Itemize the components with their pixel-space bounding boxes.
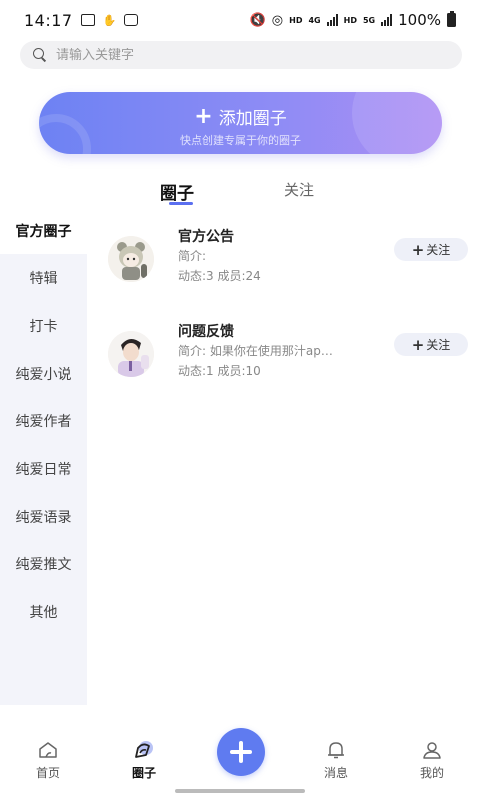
sidebar-item-checkin[interactable]: 打卡 xyxy=(0,302,87,349)
bottom-nav: 首页 圈子 消息 我的 xyxy=(0,720,480,800)
hd-badge-1: HD xyxy=(289,15,303,25)
sidebar-item-novels[interactable]: 纯爱小说 xyxy=(0,350,87,397)
banner-subtitle: 快点创建专属于你的圈子 xyxy=(180,134,301,147)
plus-icon: + xyxy=(411,240,425,259)
circle-stats: 动态:1 成员:10 xyxy=(178,364,261,378)
circle-intro: 简介: 如果你在使用那汁ap… xyxy=(178,344,333,358)
banner-title: 添加圈子 xyxy=(218,109,287,129)
circle-avatar xyxy=(108,236,154,282)
nav-messages-label: 消息 xyxy=(323,766,348,780)
search-bar[interactable] xyxy=(20,41,462,69)
app-icon xyxy=(124,14,139,26)
user-icon xyxy=(423,742,441,759)
hotspot-icon: ◎ xyxy=(271,12,284,28)
mute-icon: 🔇 xyxy=(249,12,266,28)
home-icon xyxy=(39,742,57,758)
circle-title: 问题反馈 xyxy=(178,324,234,340)
follow-label: 关注 xyxy=(426,243,451,257)
bell-icon xyxy=(328,742,344,759)
plus-icon xyxy=(230,741,252,763)
network-badge-1: 4G xyxy=(308,15,321,25)
circle-stats: 动态:3 成员:24 xyxy=(178,269,261,283)
sidebar-item-official[interactable]: 官方圈子 xyxy=(0,207,87,254)
search-icon xyxy=(32,47,48,63)
battery-icon xyxy=(447,11,456,27)
nav-circle[interactable]: 圈子 xyxy=(114,740,174,781)
plus-icon: + xyxy=(194,103,213,129)
battery-percent: 100% xyxy=(398,11,441,29)
status-bar: 14:17 ✋ 🔇 ◎ HD 4G HD 5G 100% xyxy=(0,0,480,40)
circle-icon xyxy=(135,741,153,758)
circle-card[interactable]: 官方公告 简介: 动态:3 成员:24 + 关注 xyxy=(96,226,476,310)
status-time: 14:17 xyxy=(24,10,73,30)
nav-mine-label: 我的 xyxy=(419,766,444,780)
signal-icon-1 xyxy=(326,14,338,26)
nav-home[interactable]: 首页 xyxy=(18,740,78,781)
follow-button[interactable]: + 关注 xyxy=(394,238,468,261)
signal-icon-2 xyxy=(381,14,393,26)
tab-following[interactable]: 关注 xyxy=(284,179,314,200)
tab-circles[interactable]: 圈子 xyxy=(160,179,194,204)
nav-circle-label: 圈子 xyxy=(131,766,156,780)
circle-title: 官方公告 xyxy=(178,229,234,245)
search-input[interactable] xyxy=(56,47,436,63)
sidebar-item-daily[interactable]: 纯爱日常 xyxy=(0,445,87,492)
plus-icon: + xyxy=(411,335,425,354)
nav-messages[interactable]: 消息 xyxy=(306,740,366,781)
circle-avatar xyxy=(108,331,154,377)
tab-indicator xyxy=(169,202,193,205)
nav-mine[interactable]: 我的 xyxy=(402,740,462,781)
follow-button[interactable]: + 关注 xyxy=(394,333,468,356)
circle-card[interactable]: 问题反馈 简介: 如果你在使用那汁ap… 动态:1 成员:10 + 关注 xyxy=(96,321,476,405)
sidebar-item-special[interactable]: 特辑 xyxy=(0,254,87,301)
home-indicator[interactable] xyxy=(175,789,305,793)
add-button[interactable] xyxy=(217,728,265,776)
network-badge-2: 5G xyxy=(362,15,376,25)
sidebar-item-quotes[interactable]: 纯爱语录 xyxy=(0,493,87,540)
add-circle-banner[interactable]: + 添加圈子 快点创建专属于你的圈子 xyxy=(39,92,442,154)
tab-bar: 圈子 关注 xyxy=(0,176,480,206)
nav-home-label: 首页 xyxy=(35,766,60,780)
category-sidebar: 官方圈子 特辑 打卡 纯爱小说 纯爱作者 纯爱日常 纯爱语录 纯爱推文 其他 xyxy=(0,207,87,705)
sidebar-item-authors[interactable]: 纯爱作者 xyxy=(0,397,87,444)
circle-intro: 简介: xyxy=(178,249,207,263)
hd-badge-2: HD xyxy=(343,15,357,25)
sidebar-item-other[interactable]: 其他 xyxy=(0,588,87,635)
follow-label: 关注 xyxy=(426,338,451,352)
gallery-icon xyxy=(80,14,95,26)
sidebar-item-recommend[interactable]: 纯爱推文 xyxy=(0,540,87,587)
notification-icon: ✋ xyxy=(102,13,117,27)
